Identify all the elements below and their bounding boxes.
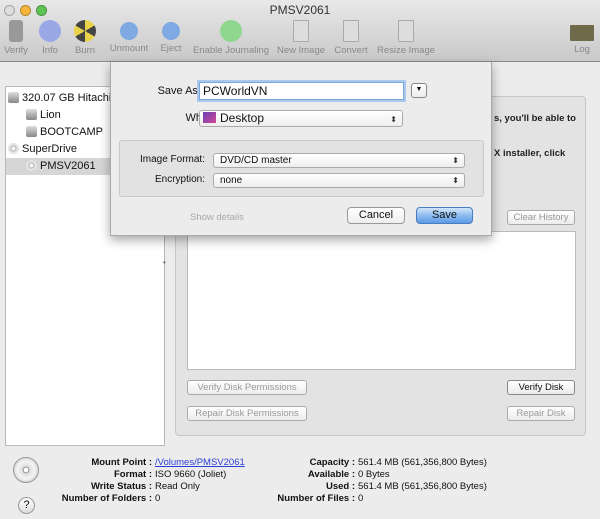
convert-icon: [343, 20, 359, 42]
available-label: Available :: [307, 469, 355, 480]
new-image-icon: [293, 20, 309, 42]
panel-description-2: X installer, click: [494, 148, 566, 159]
cancel-button[interactable]: Cancel: [347, 207, 405, 224]
chevron-down-icon: ▼: [415, 86, 423, 93]
journaling-icon: [220, 20, 242, 42]
used-label: Used :: [325, 481, 355, 492]
number-of-folders-value: 0: [155, 493, 161, 504]
popup-arrows-icon: ⬍: [452, 176, 459, 185]
panel-description: s, you'll be able to: [494, 113, 576, 124]
cd-icon: [26, 160, 37, 171]
unmount-icon: [120, 22, 138, 40]
write-status-label: Write Status :: [90, 481, 152, 492]
info-icon: [39, 20, 61, 42]
clear-history-button[interactable]: Clear History: [507, 210, 575, 225]
volume-icon: [26, 109, 37, 120]
number-of-files-label: Number of Files :: [277, 493, 355, 504]
available-value: 0 Bytes: [358, 469, 390, 480]
toolbar-info[interactable]: Info: [36, 20, 64, 56]
toolbar-new-image[interactable]: New Image: [275, 20, 327, 56]
log-icon: [570, 25, 594, 41]
burn-icon: [74, 20, 96, 42]
window-title: PMSV2061: [269, 3, 331, 17]
optical-drive-icon: [8, 143, 19, 154]
verify-disk-permissions-button[interactable]: Verify Disk Permissions: [187, 380, 307, 395]
repair-disk-button[interactable]: Repair Disk: [507, 406, 575, 421]
encryption-label: Encryption:: [154, 174, 205, 185]
save-as-label: Save As:: [157, 85, 201, 97]
splitter-handle[interactable]: •: [163, 258, 166, 267]
volume-icon: [26, 126, 37, 137]
format-label: Format :: [114, 469, 152, 480]
toolbar-verify[interactable]: Verify: [2, 20, 30, 56]
save-button[interactable]: Save: [416, 207, 473, 224]
title-bar: PMSV2061 Verify Info Burn Unmount Eject …: [0, 0, 600, 62]
format-value: ISO 9660 (Joliet): [155, 469, 227, 480]
number-of-files-value: 0: [358, 493, 364, 504]
capacity-label: Capacity :: [309, 457, 355, 468]
hard-disk-icon: [8, 92, 19, 103]
toolbar-eject[interactable]: Eject: [156, 20, 186, 54]
microscope-icon: [9, 20, 23, 42]
verify-disk-button[interactable]: Verify Disk: [507, 380, 575, 395]
toolbar-enable-journaling[interactable]: Enable Journaling: [192, 20, 270, 56]
repair-disk-permissions-button[interactable]: Repair Disk Permissions: [187, 406, 307, 421]
popup-arrows-icon: ⬍: [390, 115, 397, 124]
desktop-folder-icon: [203, 112, 216, 123]
used-value: 561.4 MB (561,356,800 Bytes): [358, 481, 487, 492]
save-as-input[interactable]: PCWorldVN: [199, 82, 404, 100]
options-box: Image Format: DVD/CD master ⬍ Encryption:…: [119, 140, 484, 197]
write-status-value: Read Only: [155, 481, 200, 492]
toolbar-burn[interactable]: Burn: [70, 20, 100, 56]
popup-arrows-icon: ⬍: [452, 156, 459, 165]
toolbar-convert[interactable]: Convert: [330, 20, 372, 56]
where-popup[interactable]: Desktop ⬍: [199, 110, 403, 127]
number-of-folders-label: Number of Folders :: [61, 493, 152, 504]
log-area: [187, 231, 576, 370]
toolbar-resize-image[interactable]: Resize Image: [375, 20, 437, 56]
mount-point-label: Mount Point :: [91, 457, 152, 468]
image-format-label: Image Format:: [139, 154, 205, 165]
toolbar-log[interactable]: Log: [568, 20, 596, 55]
eject-icon: [162, 22, 180, 40]
image-format-popup[interactable]: DVD/CD master ⬍: [213, 153, 465, 168]
toolbar-unmount[interactable]: Unmount: [106, 20, 152, 54]
expand-button[interactable]: ▼: [411, 83, 427, 98]
capacity-value: 561.4 MB (561,356,800 Bytes): [358, 457, 487, 468]
show-details-checkbox[interactable]: Show details: [190, 212, 244, 223]
encryption-popup[interactable]: none ⬍: [213, 173, 465, 188]
resize-image-icon: [398, 20, 414, 42]
save-sheet: Save As: PCWorldVN ▼ Where: Desktop⬍ Ima…: [110, 62, 492, 236]
